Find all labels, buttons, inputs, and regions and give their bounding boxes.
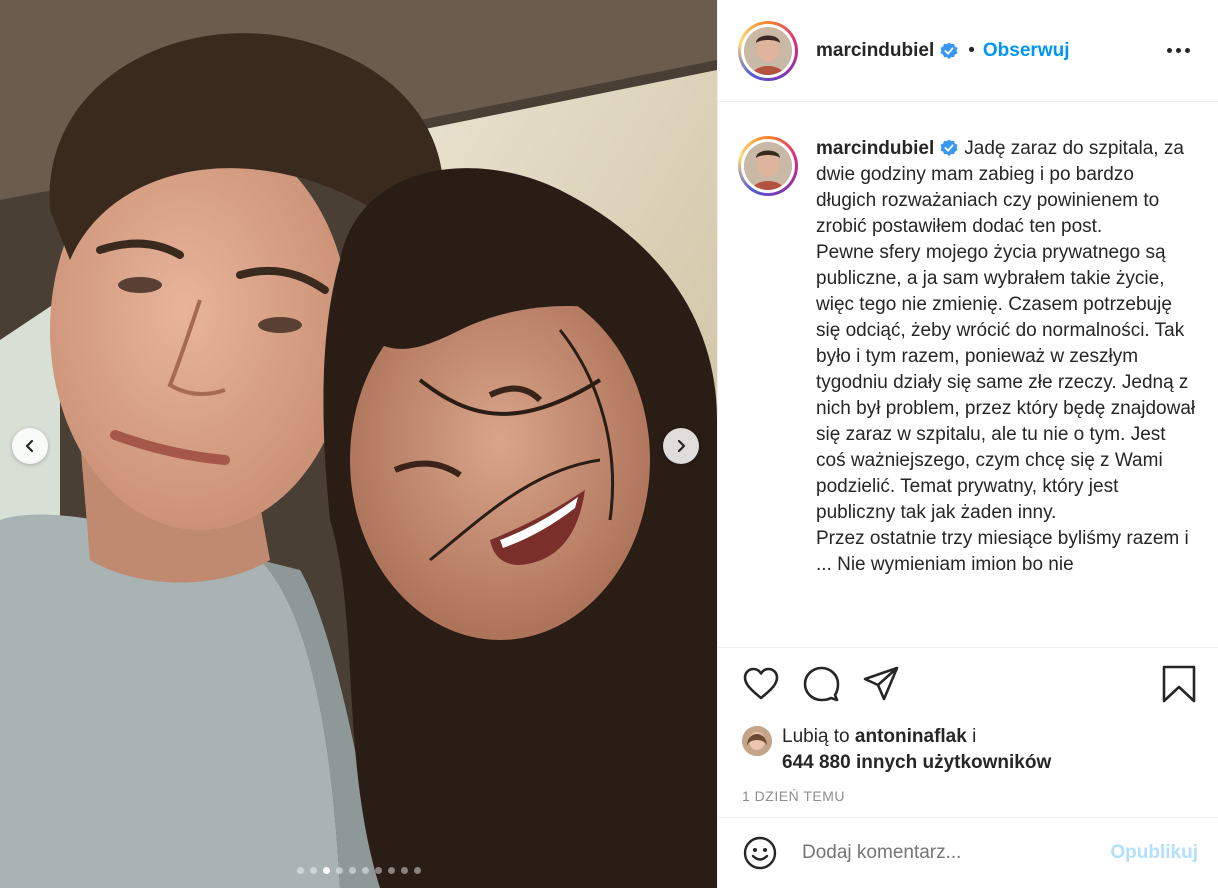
carousel-dot <box>335 867 343 874</box>
caption-avatar-image <box>744 142 792 190</box>
bookmark-icon <box>1162 665 1196 703</box>
more-options-icon[interactable] <box>1159 40 1198 61</box>
carousel-next-button[interactable] <box>663 428 699 464</box>
carousel-dot <box>322 867 330 874</box>
instagram-post: marcindubiel • Obserwuj marcindubiel Jad… <box>0 0 1218 888</box>
share-button[interactable] <box>862 665 900 703</box>
comment-bar: Opublikuj <box>718 817 1218 888</box>
post-timestamp[interactable]: 1 DZIEŃ TEMU <box>742 788 1198 804</box>
comment-input[interactable] <box>802 842 1111 864</box>
caption-area: marcindubiel Jadę zaraz do szpitala, za … <box>718 102 1218 647</box>
liker-avatar-image <box>742 726 772 756</box>
verified-badge-icon <box>940 41 958 59</box>
verified-badge-icon <box>940 139 958 157</box>
liker-avatar[interactable] <box>742 726 772 756</box>
post-caption: marcindubiel Jadę zaraz do szpitala, za … <box>816 136 1198 647</box>
comment-button[interactable] <box>802 665 840 703</box>
likes-prefix: Lubią to <box>782 726 850 747</box>
share-icon <box>863 666 899 701</box>
likes-count[interactable]: 644 880 innych użytkowników <box>782 752 1051 773</box>
carousel-dot <box>361 867 369 874</box>
emoji-icon[interactable] <box>742 835 778 871</box>
carousel-dot <box>309 867 317 874</box>
likes-conj: i <box>972 726 977 747</box>
save-button[interactable] <box>1160 665 1198 703</box>
likes-summary: Lubią to antoninaflak i 644 880 innych u… <box>742 724 1198 776</box>
carousel-dot <box>374 867 382 874</box>
post-photo[interactable] <box>0 0 717 888</box>
post-side-panel: marcindubiel • Obserwuj marcindubiel Jad… <box>717 0 1218 888</box>
carousel-dot <box>296 867 304 874</box>
post-header: marcindubiel • Obserwuj <box>718 0 1218 102</box>
chevron-left-icon <box>25 439 34 453</box>
carousel-dot <box>413 867 421 874</box>
comment-icon <box>803 666 840 702</box>
like-button[interactable] <box>742 665 780 703</box>
likes-user-link[interactable]: antoninaflak <box>855 726 967 747</box>
carousel-dot <box>348 867 356 874</box>
follow-button[interactable]: Obserwuj <box>983 40 1070 62</box>
chevron-right-icon <box>677 439 686 453</box>
carousel-dot <box>387 867 395 874</box>
carousel-dot <box>400 867 408 874</box>
avatar[interactable] <box>738 20 798 81</box>
carousel-indicator <box>0 867 717 874</box>
heart-icon <box>743 667 779 700</box>
header-username[interactable]: marcindubiel <box>816 40 934 62</box>
carousel-prev-button[interactable] <box>12 428 48 464</box>
publish-button[interactable]: Opublikuj <box>1110 842 1198 864</box>
avatar-image <box>744 26 792 75</box>
caption-username[interactable]: marcindubiel <box>816 138 934 159</box>
photo-image <box>0 0 717 888</box>
post-actions: Lubią to antoninaflak i 644 880 innych u… <box>718 647 1218 817</box>
caption-text: Jadę zaraz do szpitala, za dwie godziny … <box>816 138 1196 575</box>
caption-avatar[interactable] <box>738 136 798 196</box>
header-separator: • <box>968 39 975 61</box>
